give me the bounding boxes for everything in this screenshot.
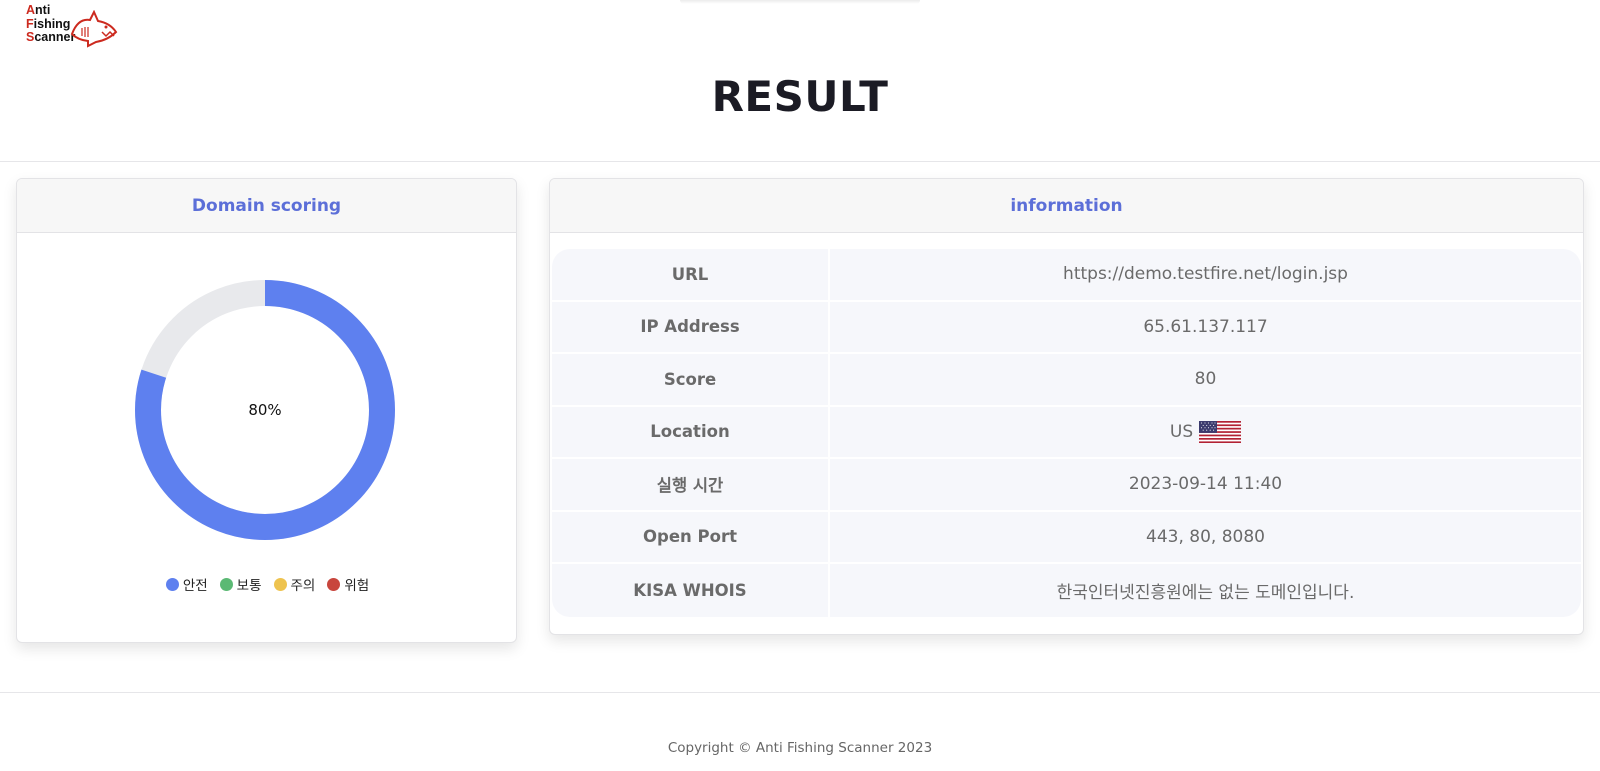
information-header: information [550,179,1583,233]
legend-label-normal: 보통 [236,578,262,594]
shark-icon [70,10,118,48]
legend-item-safe[interactable]: 안전 [165,574,208,594]
legend-item-caution[interactable]: 주의 [273,574,316,594]
table-row: Score 80 [552,354,1581,407]
table-row: KISA WHOIS 한국인터넷진흥원에는 없는 도메인입니다. [552,564,1581,617]
score-percent-label: 80% [248,401,282,419]
legend-label-caution: 주의 [290,578,316,594]
table-row: Location US [552,406,1581,459]
row-value-url: https://demo.testfire.net/login.jsp [830,249,1581,300]
location-country-code: US [1169,421,1194,442]
table-row: 실행 시간 2023-09-14 11:40 [552,459,1581,512]
row-key-exec-time: 실행 시간 [552,459,830,510]
domain-scoring-header: Domain scoring [17,179,516,233]
table-row: IP Address 65.61.137.117 [552,301,1581,354]
table-row: URL https://demo.testfire.net/login.jsp [552,249,1581,302]
legend-dot-normal [219,577,233,591]
legend-dot-caution [273,577,287,591]
us-flag-icon [1199,420,1242,443]
legend-label-safe: 안전 [182,578,208,594]
row-value-score: 80 [830,354,1581,405]
divider-bottom [0,692,1600,693]
footer-copyright: Copyright © Anti Fishing Scanner 2023 [667,740,933,756]
row-value-location: US [830,406,1581,457]
page-title: RESULT [711,72,889,121]
legend-dot-safe [165,577,179,591]
legend-label-danger: 위험 [344,578,370,594]
table-row: Open Port 443, 80, 8080 [552,511,1581,564]
top-nav-shadow [680,0,920,4]
row-key-kisa-whois: KISA WHOIS [552,564,830,617]
score-legend: 안전 보통 주의 위험 [17,574,516,594]
legend-dot-danger [327,577,341,591]
row-value-exec-time: 2023-09-14 11:40 [830,459,1581,510]
logo[interactable]: Anti Fishing Scanner [26,3,118,48]
divider-top [0,161,1600,162]
legend-item-danger[interactable]: 위험 [327,574,369,594]
row-key-url: URL [552,249,830,300]
information-card: information URL https://demo.testfire.ne… [549,178,1584,635]
information-table: URL https://demo.testfire.net/login.jsp … [552,249,1581,617]
row-key-ip: IP Address [552,301,830,352]
row-key-location: Location [552,406,830,457]
domain-scoring-card: Domain scoring 80% 안전 보통 주의 위험 [16,178,517,643]
row-value-open-port: 443, 80, 8080 [830,511,1581,562]
row-value-ip: 65.61.137.117 [830,301,1581,352]
legend-item-normal[interactable]: 보통 [219,574,262,594]
row-value-kisa-whois: 한국인터넷진흥원에는 없는 도메인입니다. [830,564,1581,617]
score-donut-chart: 80% [134,279,396,541]
row-key-open-port: Open Port [552,511,830,562]
row-key-score: Score [552,354,830,405]
